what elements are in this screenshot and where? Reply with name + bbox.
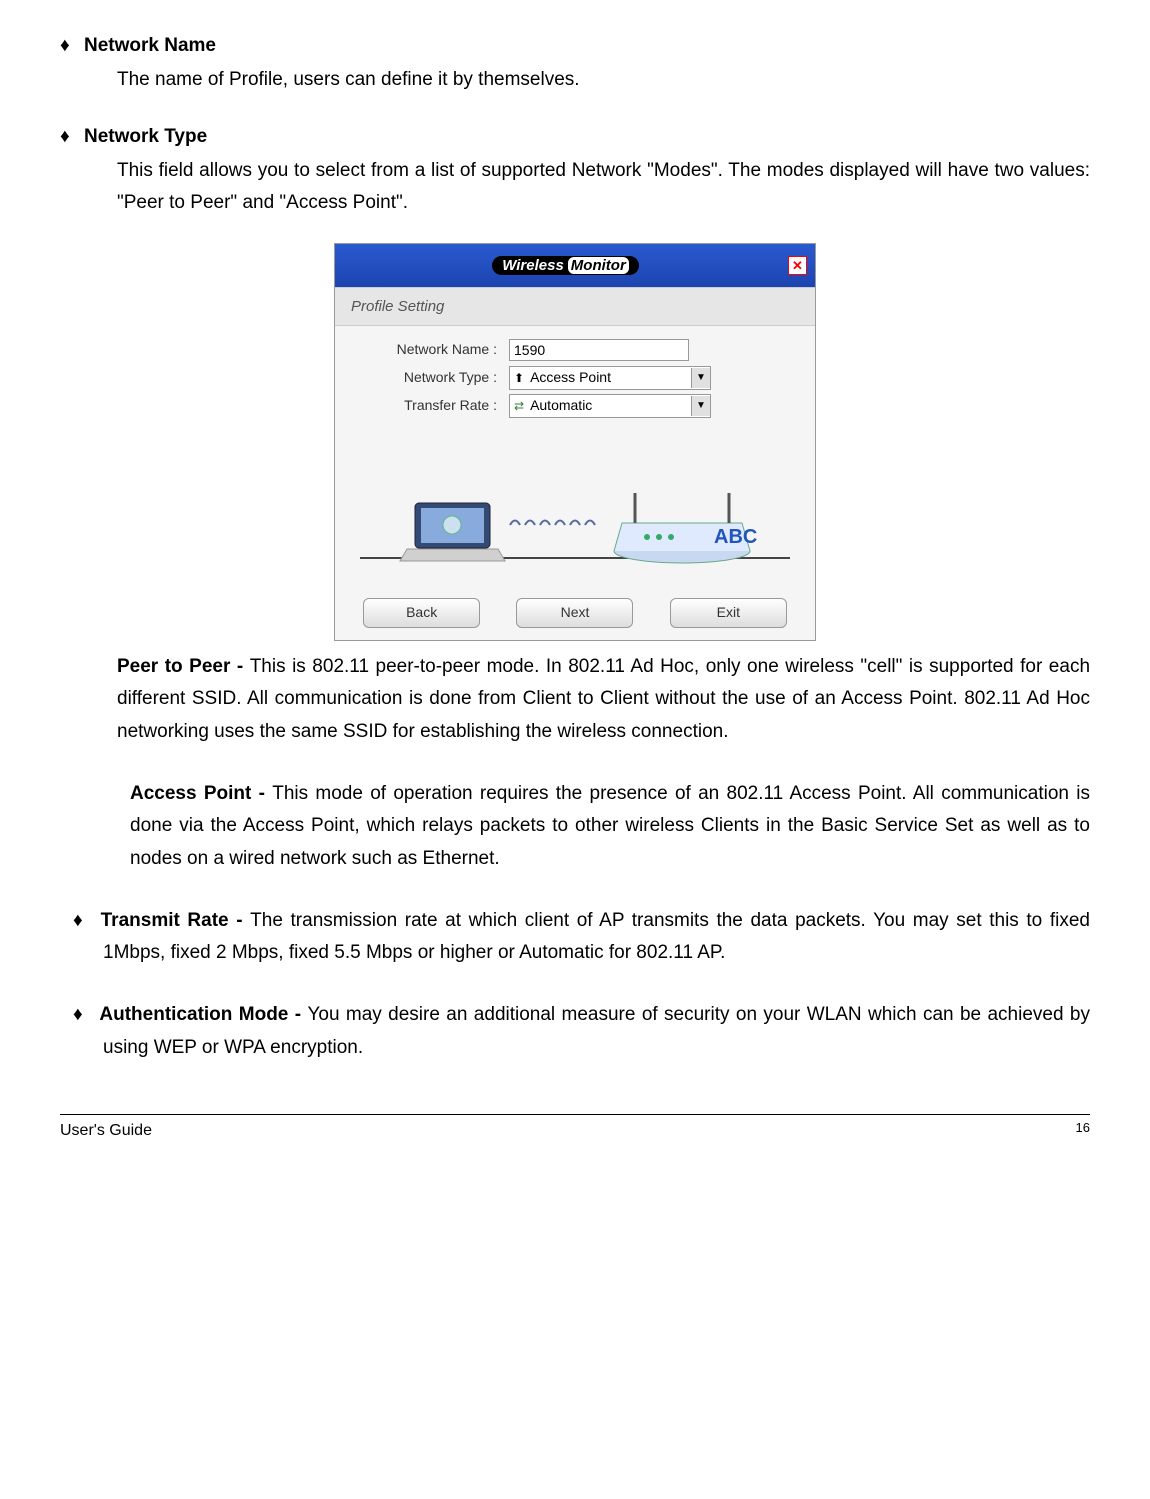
- select-network-type[interactable]: ⬆ Access Point ▼: [509, 366, 711, 390]
- heading-peer-to-peer: Peer to Peer -: [117, 656, 250, 677]
- heading-transmit-rate: Transmit Rate -: [101, 910, 251, 931]
- figure-body: Network Name : Network Type : ⬆ Access P…: [335, 326, 815, 588]
- label-network-name: Network Name :: [359, 338, 509, 362]
- text-network-type: This field allows you to select from a l…: [117, 155, 1090, 220]
- footer-page-number: 16: [1076, 1117, 1090, 1144]
- select-transfer-rate[interactable]: ⇄ Automatic ▼: [509, 394, 711, 418]
- page-footer: User's Guide 16: [60, 1114, 1090, 1144]
- bullet-network-name: ♦ Network Name: [60, 30, 1090, 62]
- back-button[interactable]: Back: [363, 598, 480, 628]
- next-button[interactable]: Next: [516, 598, 633, 628]
- title-word-monitor: Monitor: [568, 257, 629, 274]
- bullet-marker: ♦: [73, 905, 93, 937]
- access-point-icon: ⬆: [514, 368, 524, 388]
- heading-access-point: Access Point -: [130, 783, 272, 804]
- title-word-wireless: Wireless: [502, 257, 564, 274]
- text-network-name: The name of Profile, users can define it…: [117, 64, 1090, 96]
- bullet-marker: ♦: [60, 30, 84, 62]
- para-access-point: Access Point - This mode of operation re…: [130, 778, 1090, 875]
- select-value-network-type: Access Point: [530, 366, 611, 390]
- chevron-down-icon[interactable]: ▼: [691, 368, 710, 388]
- exit-button[interactable]: Exit: [670, 598, 787, 628]
- label-transfer-rate: Transfer Rate :: [359, 394, 509, 418]
- illustration-svg: ABC: [359, 438, 791, 588]
- router-label: ABC: [714, 526, 757, 548]
- heading-network-type: Network Type: [84, 121, 1090, 153]
- close-icon[interactable]: ✕: [788, 256, 807, 275]
- figure-title-badge: WirelessMonitor: [492, 256, 639, 275]
- figure-container: WirelessMonitor ✕ Profile Setting Networ…: [60, 243, 1090, 641]
- para-peer-to-peer: Peer to Peer - This is 802.11 peer-to-pe…: [117, 651, 1090, 748]
- footer-left: User's Guide: [60, 1117, 152, 1144]
- text-access-point: This mode of operation requires the pres…: [130, 783, 1090, 869]
- bullet-auth-mode: ♦ Authentication Mode - You may desire a…: [73, 999, 1090, 1064]
- label-network-type: Network Type :: [359, 366, 509, 390]
- input-network-name[interactable]: [509, 339, 689, 361]
- heading-auth-mode: Authentication Mode -: [99, 1004, 307, 1025]
- select-value-transfer-rate: Automatic: [530, 394, 592, 418]
- text-transmit-rate: The transmission rate at which client of…: [103, 910, 1090, 963]
- figure-illustration: ABC: [359, 438, 791, 588]
- heading-network-name: Network Name: [84, 30, 1090, 62]
- figure-buttons: Back Next Exit: [335, 588, 815, 640]
- chevron-down-icon[interactable]: ▼: [691, 396, 710, 416]
- bullet-marker: ♦: [60, 121, 84, 153]
- bullet-network-type: ♦ Network Type: [60, 121, 1090, 153]
- bullet-transmit-rate: ♦ Transmit Rate - The transmission rate …: [73, 905, 1090, 970]
- figure-subheader: Profile Setting: [335, 287, 815, 327]
- automatic-icon: ⇄: [514, 396, 524, 416]
- figure-wireless-monitor: WirelessMonitor ✕ Profile Setting Networ…: [334, 243, 816, 641]
- bullet-marker: ♦: [73, 999, 93, 1031]
- text-peer-to-peer: This is 802.11 peer-to-peer mode. In 802…: [117, 656, 1090, 742]
- figure-titlebar: WirelessMonitor ✕: [335, 244, 815, 286]
